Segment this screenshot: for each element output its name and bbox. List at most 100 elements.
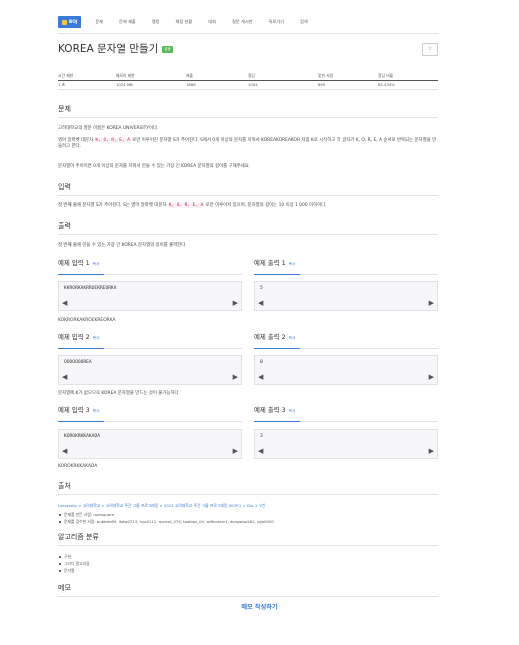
scroll-right-icon[interactable]: ▶	[233, 448, 238, 455]
example-output-box[interactable]: 5 ◀ ▶	[254, 281, 438, 311]
table-header: 정답	[248, 73, 255, 79]
copy-button[interactable]: 복사	[93, 336, 100, 341]
nav-divider	[58, 33, 439, 34]
scroll-left-icon[interactable]: ◀	[62, 374, 67, 381]
table-cell: 1004	[248, 82, 258, 88]
example-divider	[254, 347, 438, 349]
example-title-text: 예제 출력 3	[254, 406, 286, 414]
example-output-title: 예제 출력 2 복사	[254, 333, 295, 342]
example-input: KOROKRKKAKADA	[64, 434, 100, 439]
example-input-title: 예제 입력 1 복사	[58, 259, 99, 268]
problem-paragraph: 고려대학교의 영문 이름은 KOREA UNIVERSITY이다.	[58, 126, 159, 131]
example-input: KKRORKAKRROEKREORKA	[64, 286, 117, 291]
example-note: KOKRORKAKROEKREORKA	[58, 318, 116, 323]
example-input-title: 예제 입력 3 복사	[58, 406, 99, 415]
input-text: 첫 번째 줄에 문자열 S가 주어진다. S는 영어 알파벳 대문자	[58, 203, 167, 208]
brand-label: BOJ	[69, 18, 78, 24]
problem-header: KOREA 문자열 만들기 성공	[58, 42, 173, 57]
algorithm-tag[interactable]: 문자열	[58, 568, 90, 575]
table-cell: 895	[318, 82, 326, 88]
example-input-box[interactable]: KOROKRKKAKADA ◀ ▶	[58, 429, 242, 459]
page-title: KOREA 문자열 만들기	[58, 43, 159, 55]
copy-button[interactable]: 복사	[289, 409, 296, 414]
example-output-box[interactable]: 0 ◀ ▶	[254, 355, 438, 385]
list-item: 문제를 검수한 사람: bubbler89, lkdw0713, hyo0111…	[58, 519, 274, 526]
algorithm-list: 구현 그리디 알고리즘 문자열	[58, 554, 90, 575]
status-badge: 성공	[162, 46, 173, 54]
example-output-title: 예제 출력 1 복사	[254, 259, 295, 268]
copy-button[interactable]: 복사	[289, 262, 296, 267]
table-header-row: 시간 제한 메모리 제한 제출 정답 맞힌 사람 정답 비율	[58, 72, 438, 81]
scroll-left-icon[interactable]: ◀	[62, 300, 67, 307]
example-note: 문자열에 K가 없으므로 KOREA 문자열을 만드는 것이 불가능하다.	[58, 391, 180, 396]
section-divider	[58, 493, 438, 495]
table-header: 맞힌 사람	[318, 73, 334, 79]
nav-item-contest[interactable]: 대회	[208, 19, 216, 25]
example-output-box[interactable]: 3 ◀ ▶	[254, 429, 438, 459]
scroll-right-icon[interactable]: ▶	[429, 300, 434, 307]
site-logo[interactable]: BOJ	[58, 16, 82, 28]
table-header: 시간 제한	[58, 73, 74, 79]
example-input-box[interactable]: KKRORKAKRROEKREORKA ◀ ▶	[58, 281, 242, 311]
example-title-text: 예제 출력 1	[254, 259, 286, 267]
example-title-text: 예제 출력 2	[254, 333, 286, 341]
section-problem: 문제	[58, 104, 438, 119]
table-header: 정답 비율	[378, 73, 394, 79]
example-input-box[interactable]: OOOOOOOREA ◀ ▶	[58, 355, 242, 385]
nav-item-board[interactable]: 질문 게시판	[232, 19, 253, 25]
algorithm-tag[interactable]: 그리디 알고리즘	[58, 561, 90, 568]
nav-item-ranking[interactable]: 랭킹	[152, 19, 160, 25]
table-header: 제출	[186, 73, 193, 79]
nav-item-search[interactable]: 검색	[300, 19, 308, 25]
source-list: 문제를 만든 사람: rootsquare 문제를 검수한 사람: bubble…	[58, 512, 274, 526]
inline-code: K, O, R, E, A	[167, 203, 205, 208]
section-divider	[58, 595, 438, 597]
section-output: 출력	[58, 221, 438, 236]
example-divider	[58, 347, 242, 349]
nav-item-submit[interactable]: 문제 제출	[119, 19, 136, 25]
scroll-left-icon[interactable]: ◀	[258, 374, 263, 381]
logo-icon	[62, 19, 67, 25]
scroll-right-icon[interactable]: ▶	[429, 374, 434, 381]
section-divider	[58, 544, 438, 546]
section-divider	[58, 233, 438, 235]
star-button[interactable]: ☆	[422, 43, 438, 56]
example-output: 3	[260, 434, 263, 439]
section-divider	[58, 116, 438, 118]
table-row: 1 초 1024 MB 1666 1004 895 64.434%	[58, 81, 438, 90]
scroll-right-icon[interactable]: ▶	[233, 374, 238, 381]
write-memo-link[interactable]: 메모 작성하기	[0, 604, 519, 613]
inline-code: K, O, R, E, A	[94, 138, 131, 143]
list-item: 문제를 만든 사람: rootsquare	[58, 512, 274, 519]
example-title-text: 예제 입력 3	[58, 406, 90, 414]
example-input: OOOOOOOREA	[64, 360, 92, 365]
source-link[interactable]: University > 고려대학교 > 고려대학교 주간 그룹 프로그래밍 >…	[58, 503, 265, 508]
table-cell: 1666	[186, 82, 196, 88]
scroll-right-icon[interactable]: ▶	[233, 300, 238, 307]
example-divider	[254, 420, 438, 422]
section-input: 입력	[58, 182, 438, 197]
input-paragraph: 첫 번째 줄에 문자열 S가 주어진다. S는 영어 알파벳 대문자 K, O,…	[58, 203, 438, 209]
problem-paragraph: 영어 알파벳 대문자 K, O, R, E, A 로만 이루어진 문자열 S가 …	[58, 138, 438, 151]
table-cell: 64.434%	[378, 82, 395, 88]
copy-button[interactable]: 복사	[93, 262, 100, 267]
example-divider	[58, 420, 242, 422]
algorithm-tag[interactable]: 구현	[58, 554, 90, 561]
star-icon: ☆	[427, 45, 433, 52]
example-divider	[58, 273, 242, 275]
example-title-text: 예제 입력 1	[58, 259, 90, 267]
nav-item-problems[interactable]: 문제	[95, 19, 103, 25]
section-algorithm: 알고리즘 분류	[58, 532, 438, 547]
scroll-right-icon[interactable]: ▶	[429, 448, 434, 455]
scroll-left-icon[interactable]: ◀	[258, 448, 263, 455]
copy-button[interactable]: 복사	[93, 409, 100, 414]
nav-item-back[interactable]: 뒤로가기	[269, 19, 284, 25]
nav-item-status[interactable]: 채점 현황	[176, 19, 193, 25]
table-cell: 1 초	[58, 82, 66, 88]
input-text: 로만 이루어져 있으며, 문자열의 길이는 10 이상 1 000 이하이다.	[205, 203, 327, 208]
copy-button[interactable]: 복사	[289, 336, 296, 341]
example-note: KOROKRKKAKADA	[58, 464, 98, 469]
section-source: 출처	[58, 481, 438, 496]
scroll-left-icon[interactable]: ◀	[258, 300, 263, 307]
scroll-left-icon[interactable]: ◀	[62, 448, 67, 455]
